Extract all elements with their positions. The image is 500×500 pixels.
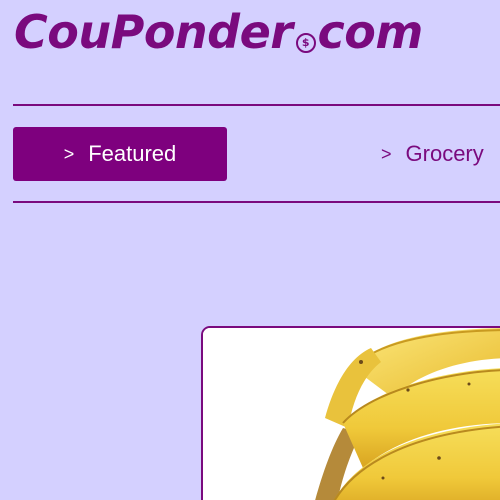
logo-text-domain: com [317,5,424,59]
logo-text-main: CouPonder [14,5,293,59]
chevron-right-icon: > [63,143,75,164]
nav-tab-label: Featured [88,141,177,166]
header-divider-top [13,104,500,106]
bananas-image [203,328,500,500]
site-logo[interactable]: CouPonder $ com [14,2,423,62]
nav-tab-label: Grocery [405,141,484,166]
header-divider-bottom [13,201,500,203]
nav-tab-featured[interactable]: > Featured [13,127,227,181]
coin-icon: $ [295,32,316,53]
page: CouPonder $ com > Featured > Grocery [0,0,500,500]
product-card[interactable] [201,326,500,500]
nav-tab-grocery[interactable]: > Grocery [381,127,484,181]
chevron-right-icon: > [381,143,392,164]
